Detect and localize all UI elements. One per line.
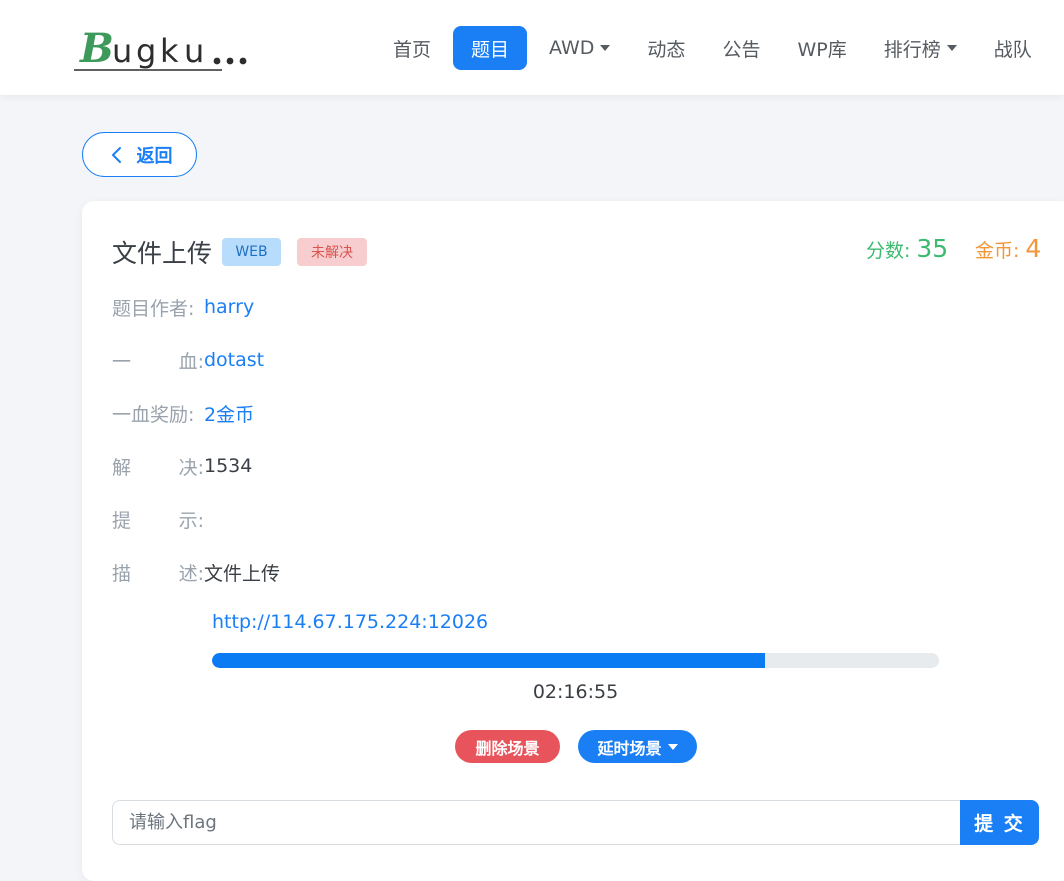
info-label-text: 血: <box>178 350 204 373</box>
info-row-solves: 解 决: 1534 <box>112 451 252 481</box>
info-label-text: 决: <box>178 456 204 479</box>
category-badge: WEB <box>222 238 281 266</box>
info-row-first-blood-reward: 一血奖励: 2金币 <box>112 398 254 428</box>
caret-down-icon <box>600 45 611 51</box>
info-row-description: 描 述: 文件上传 <box>112 557 280 587</box>
info-label-text: 题目作者: <box>112 297 195 320</box>
info-label-text: 描 <box>112 562 132 585</box>
svg-text:k: k <box>160 32 179 70</box>
info-label: 一血奖励: <box>112 400 204 427</box>
nav-item-label: 题目 <box>471 38 510 61</box>
flag-input[interactable] <box>112 800 961 845</box>
nav-item-awd[interactable]: AWD <box>534 26 625 70</box>
scene-progress-fill <box>212 653 765 668</box>
delay-scene-label: 延时场景 <box>597 738 662 758</box>
info-label-text: 述: <box>178 562 204 585</box>
submit-flag-label: 提 交 <box>974 813 1025 835</box>
nav-item-wp-library[interactable]: WP库 <box>782 26 861 70</box>
svg-text:B: B <box>79 25 114 72</box>
info-label-text: 一血奖励: <box>112 403 195 426</box>
bugku-logo[interactable]: B u g k u <box>72 18 267 78</box>
info-label: 一 血: <box>112 347 204 374</box>
nav-item-teams[interactable]: 战队 <box>979 26 1047 70</box>
delay-scene-button[interactable]: 延时场景 <box>578 730 697 763</box>
solves-value: 1534 <box>204 455 253 477</box>
delete-scene-label: 删除场景 <box>475 738 540 758</box>
nav-item-shop[interactable]: 商 <box>1054 26 1064 70</box>
caret-down-icon <box>667 743 678 750</box>
caret-down-icon <box>946 45 957 51</box>
svg-text:u: u <box>184 32 204 70</box>
scene-progress-bar <box>212 653 939 668</box>
score-display: 分数: 35 <box>866 234 948 263</box>
delete-scene-button[interactable]: 删除场景 <box>455 730 560 763</box>
nav-item-label: WP库 <box>797 38 847 61</box>
score-value: 35 <box>916 234 949 263</box>
challenge-title: 文件上传 <box>112 239 213 268</box>
nav-item-label: 首页 <box>393 38 432 61</box>
svg-text:g: g <box>136 32 156 70</box>
nav-item-label: 公告 <box>722 38 761 61</box>
nav-item-home[interactable]: 首页 <box>378 26 446 70</box>
coins-value: 4 <box>1025 234 1042 263</box>
nav-item-label: 动态 <box>647 38 686 61</box>
info-label-text: 一 <box>112 350 132 373</box>
challenge-card: 文件上传 WEB 未解决 分数: 35 金币: 4 题目作者: harry 一 血:… <box>82 201 1064 881</box>
back-button-label: 返回 <box>136 145 173 167</box>
top-navbar: B u g k u 首页 题目 AWD 动态 公告 WP库 排行榜 战队 <box>0 0 1064 95</box>
info-label: 题目作者: <box>112 294 204 321</box>
nav-item-announcements[interactable]: 公告 <box>707 26 775 70</box>
info-label: 提 示: <box>112 506 204 533</box>
info-label-text: 示: <box>178 509 204 532</box>
nav-item-challenges[interactable]: 题目 <box>453 26 528 70</box>
info-row-author: 题目作者: harry <box>112 292 254 322</box>
nav-item-ranking[interactable]: 排行榜 <box>869 26 972 70</box>
scene-timer: 02:16:55 <box>532 681 619 703</box>
scene-url-link[interactable]: http://114.67.175.224:12026 <box>212 611 488 633</box>
info-row-hint: 提 示: <box>112 504 204 534</box>
coins-display: 金币: 4 <box>975 234 1041 263</box>
info-label: 描 述: <box>112 559 204 586</box>
submit-flag-button[interactable]: 提 交 <box>960 800 1039 845</box>
info-label: 解 决: <box>112 453 204 480</box>
first-blood-link[interactable]: dotast <box>204 349 264 371</box>
nav-item-label: 排行榜 <box>883 38 941 61</box>
coins-label: 金币: <box>975 240 1020 262</box>
description-value: 文件上传 <box>204 562 281 585</box>
chevron-left-icon <box>111 146 121 163</box>
info-row-first-blood: 一 血: dotast <box>112 345 264 375</box>
author-link[interactable]: harry <box>204 296 254 318</box>
svg-text:u: u <box>112 32 132 70</box>
nav-item-label: AWD <box>549 37 595 59</box>
status-badge: 未解决 <box>297 238 367 266</box>
nav-item-label: 战队 <box>993 38 1032 61</box>
score-label: 分数: <box>866 240 911 262</box>
main-nav: 首页 题目 AWD 动态 公告 WP库 排行榜 战队 商 <box>378 26 1064 70</box>
first-blood-reward-value: 2金币 <box>204 403 255 426</box>
nav-item-activity[interactable]: 动态 <box>632 26 700 70</box>
info-label-text: 解 <box>112 456 132 479</box>
info-label-text: 提 <box>112 509 132 532</box>
back-button[interactable]: 返回 <box>82 132 197 177</box>
